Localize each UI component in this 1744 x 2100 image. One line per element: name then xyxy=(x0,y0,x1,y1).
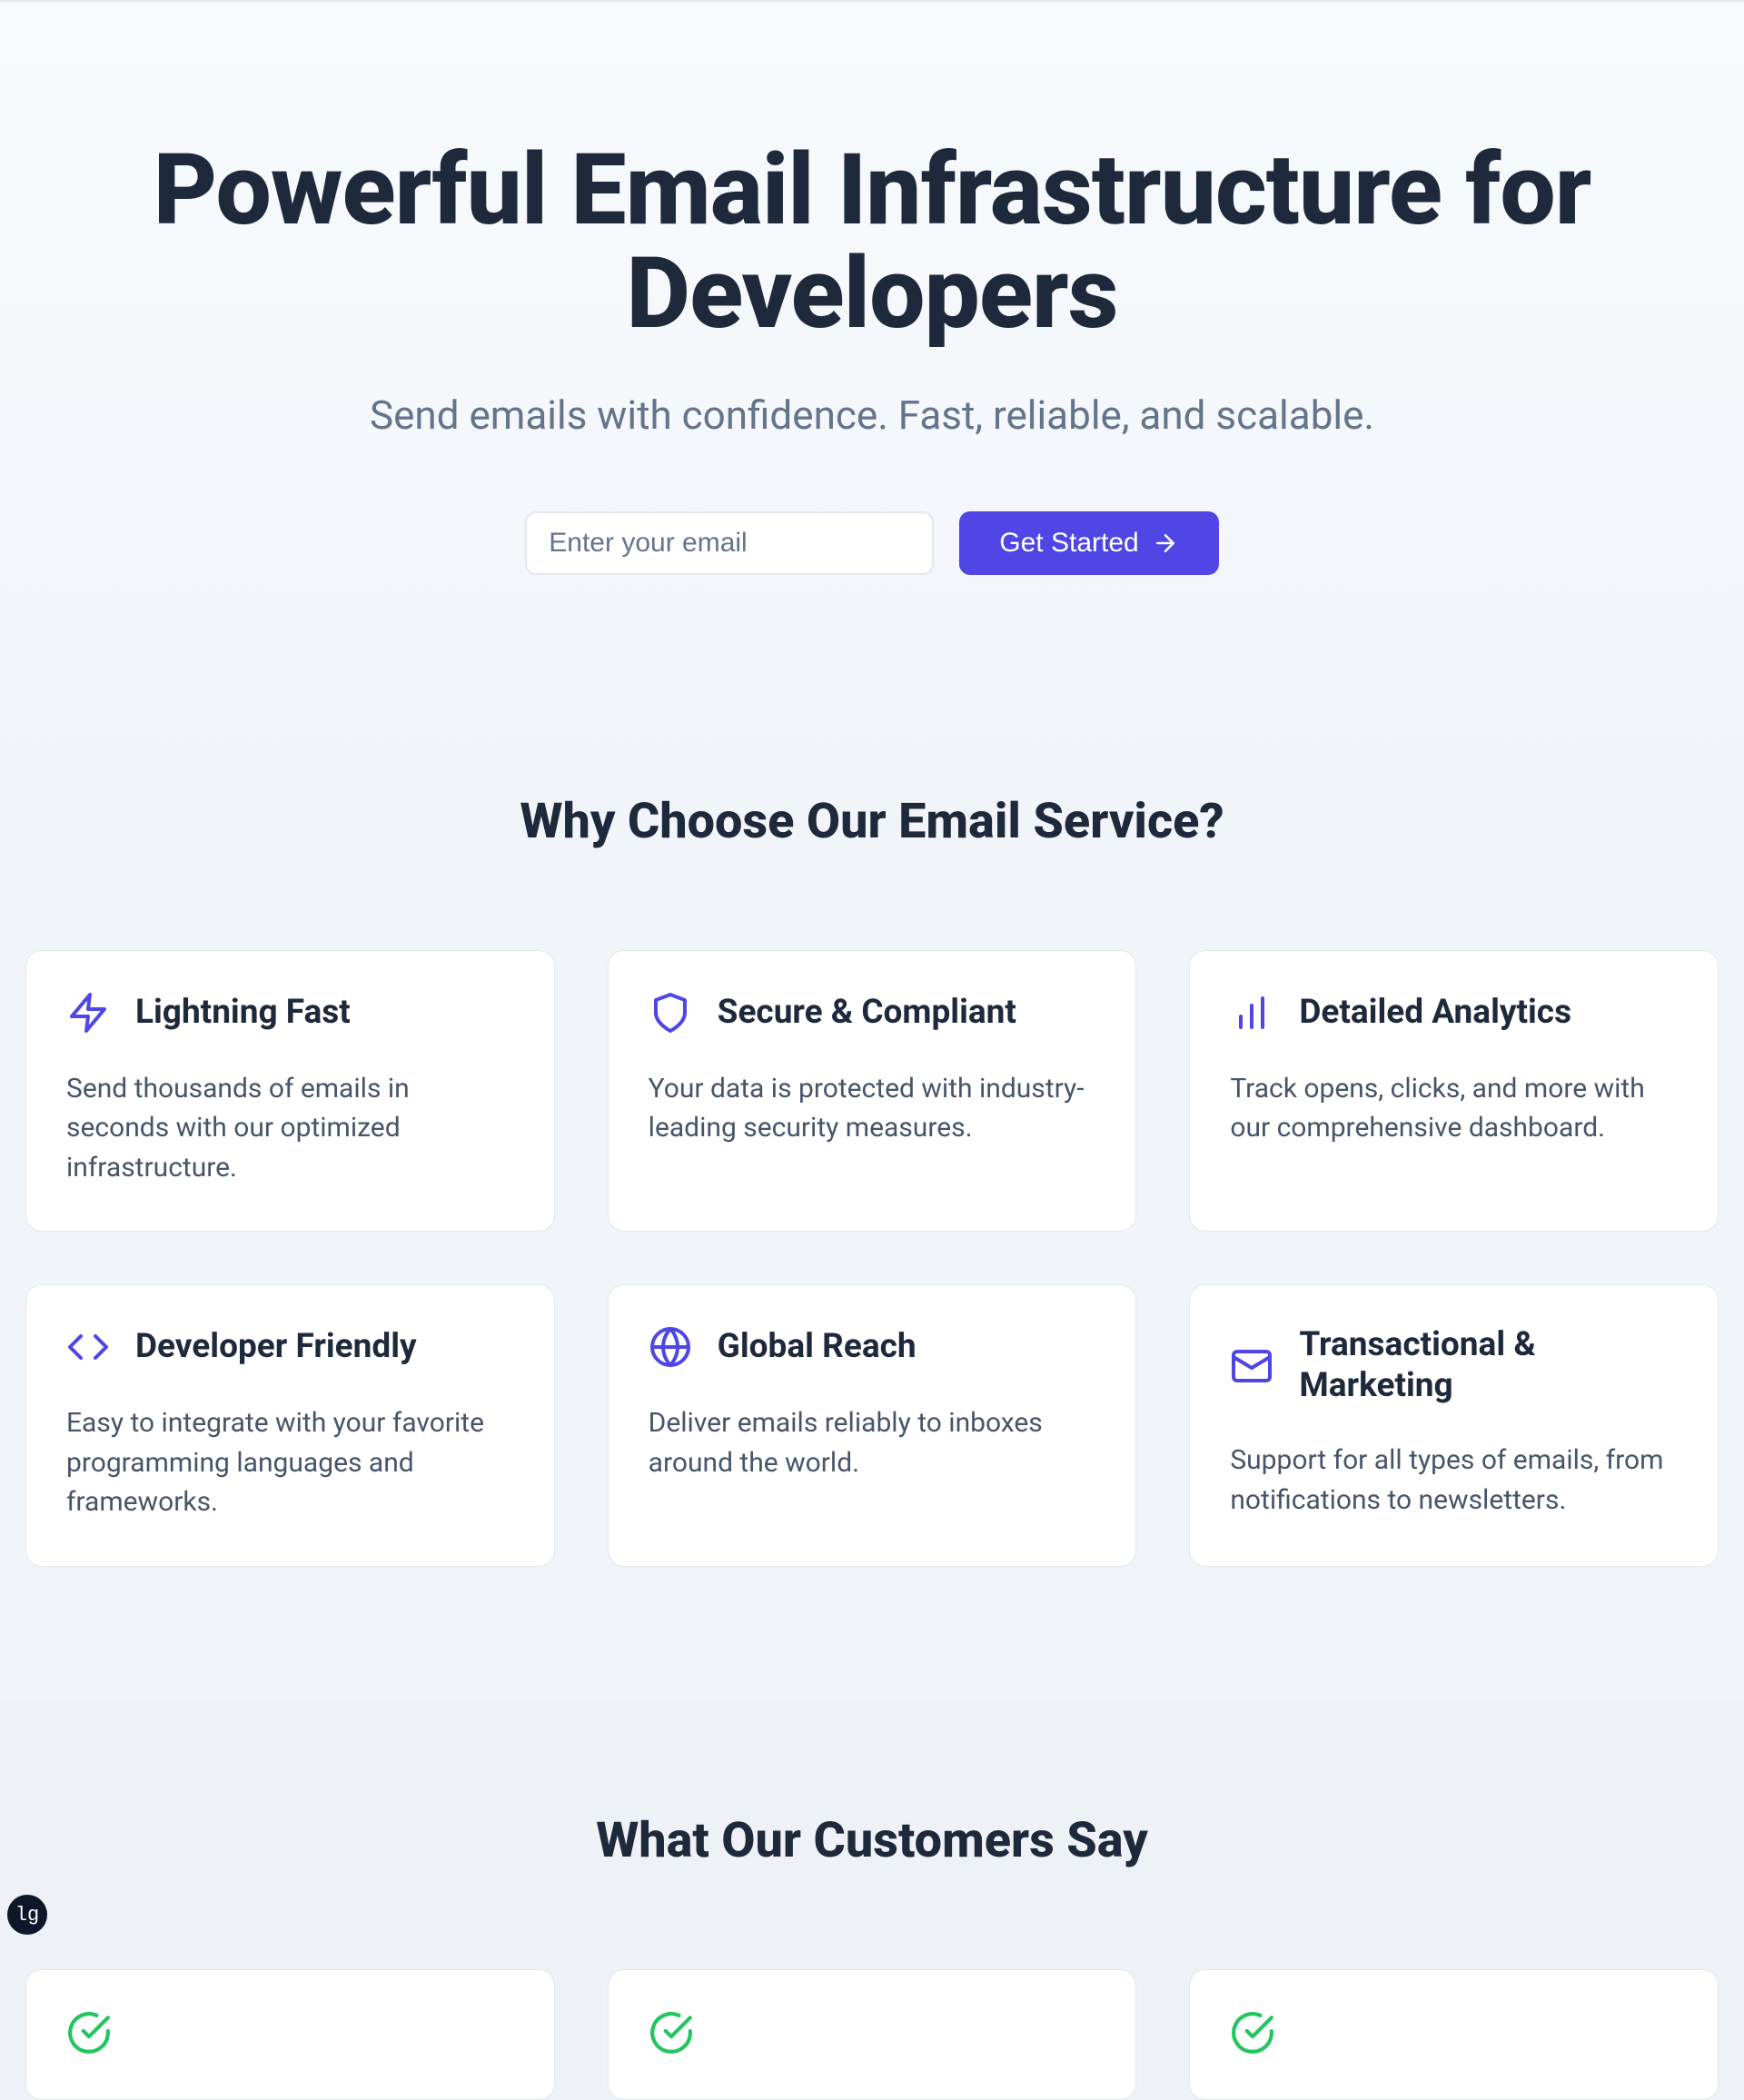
feature-card: Developer Friendly Easy to integrate wit… xyxy=(25,1284,555,1567)
zap-icon xyxy=(66,991,110,1035)
feature-title: Secure & Compliant xyxy=(718,993,1016,1033)
globe-icon xyxy=(649,1325,692,1369)
feature-desc: Track opens, clicks, and more with our c… xyxy=(1230,1069,1678,1148)
email-input[interactable] xyxy=(525,511,934,575)
testimonials-section: What Our Customers Say xyxy=(0,1703,1744,2100)
feature-desc: Deliver emails reliably to inboxes aroun… xyxy=(649,1403,1096,1482)
feature-title: Global Reach xyxy=(718,1327,917,1367)
testimonials-grid xyxy=(25,1969,1719,2100)
feature-title: Developer Friendly xyxy=(135,1327,417,1367)
mail-icon xyxy=(1230,1344,1273,1388)
feature-title: Transactional & Marketing xyxy=(1299,1325,1678,1406)
hero-title: Powerful Email Infrastructure for Develo… xyxy=(100,138,1644,346)
feature-title: Lightning Fast xyxy=(135,993,351,1033)
check-circle-icon xyxy=(649,2010,694,2055)
testimonial-card xyxy=(608,1969,1137,2100)
arrow-right-icon xyxy=(1152,530,1179,557)
shield-icon xyxy=(649,991,692,1035)
bar-chart-icon xyxy=(1230,991,1273,1035)
code-icon xyxy=(66,1325,110,1369)
features-heading: Why Choose Our Email Service? xyxy=(25,793,1719,850)
feature-desc: Your data is protected with industry-lea… xyxy=(649,1069,1096,1148)
testimonial-card xyxy=(1189,1969,1719,2100)
feature-desc: Send thousands of emails in seconds with… xyxy=(66,1069,514,1188)
get-started-button[interactable]: Get Started xyxy=(959,511,1218,575)
check-circle-icon xyxy=(66,2010,112,2055)
check-circle-icon xyxy=(1230,2010,1275,2055)
signup-form: Get Started xyxy=(36,511,1708,575)
testimonials-heading: What Our Customers Say xyxy=(25,1812,1719,1869)
features-grid: Lightning Fast Send thousands of emails … xyxy=(25,950,1719,1567)
cta-label: Get Started xyxy=(999,528,1138,559)
features-section: Why Choose Our Email Service? Lightning … xyxy=(0,775,1744,1703)
feature-title: Detailed Analytics xyxy=(1299,993,1571,1033)
breakpoint-badge: lg xyxy=(7,1895,47,1935)
testimonial-card xyxy=(25,1969,555,2100)
feature-card: Lightning Fast Send thousands of emails … xyxy=(25,950,555,1233)
feature-desc: Easy to integrate with your favorite pro… xyxy=(66,1403,514,1522)
feature-card: Global Reach Deliver emails reliably to … xyxy=(608,1284,1137,1567)
feature-card: Detailed Analytics Track opens, clicks, … xyxy=(1189,950,1719,1233)
feature-card: Transactional & Marketing Support for al… xyxy=(1189,1284,1719,1567)
hero-subtitle: Send emails with confidence. Fast, relia… xyxy=(36,391,1708,439)
feature-card: Secure & Compliant Your data is protecte… xyxy=(608,950,1137,1233)
feature-desc: Support for all types of emails, from no… xyxy=(1230,1441,1678,1520)
hero-section: Powerful Email Infrastructure for Develo… xyxy=(0,2,1744,775)
